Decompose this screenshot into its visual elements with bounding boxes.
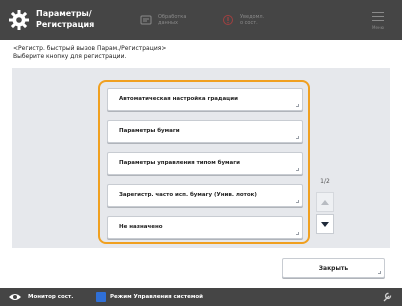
corner-mark xyxy=(296,136,299,139)
option-label: Параметры бумаги xyxy=(119,128,180,134)
status-notification[interactable]: Уведомл. о сост. xyxy=(222,11,302,29)
system-mode-label: Режим Управления системой xyxy=(110,294,203,300)
option-auto-gradation[interactable]: Автоматическая настройка градации xyxy=(107,88,303,111)
data-processing-label: Обработка данных xyxy=(158,14,187,26)
page-indicator: 1/2 xyxy=(320,178,330,185)
menu-icon xyxy=(372,12,384,21)
corner-mark xyxy=(296,200,299,203)
arrow-up-icon xyxy=(321,200,329,205)
option-register-frequent-paper[interactable]: Зарегистр. часто исп. бумагу (Унив. лото… xyxy=(107,184,303,207)
close-label: Закрыть xyxy=(318,265,349,272)
status-notification-label: Уведомл. о сост. xyxy=(240,14,265,26)
menu-button[interactable]: Меню xyxy=(364,8,392,34)
option-label: Не назначено xyxy=(119,224,163,230)
menu-label: Меню xyxy=(372,25,384,30)
button-list: Автоматическая настройка градации Параме… xyxy=(98,80,310,244)
data-processing-status[interactable]: Обработка данных xyxy=(140,11,220,29)
arrow-down-icon xyxy=(321,222,329,227)
page-title: Параметры/ Регистрация xyxy=(36,9,95,29)
eye-icon xyxy=(9,294,21,300)
instruction-text: <Регистр. быстрый вызов Парам./Регистрац… xyxy=(13,45,167,60)
option-label: Автоматическая настройка градации xyxy=(119,96,238,102)
option-label: Зарегистр. часто исп. бумагу (Унив. лото… xyxy=(119,192,257,198)
app-header: Параметры/ Регистрация Обработка данных … xyxy=(0,0,402,40)
scroll-down-button[interactable] xyxy=(316,214,334,234)
status-notification-icon xyxy=(223,15,233,25)
corner-mark xyxy=(296,104,299,107)
close-button[interactable]: Закрыть xyxy=(282,258,385,278)
scroll-up-button[interactable] xyxy=(316,192,334,212)
option-label: Параметры управления типом бумаги xyxy=(119,160,240,166)
wrench-icon[interactable] xyxy=(381,291,393,303)
corner-mark xyxy=(296,168,299,171)
status-bar: Монитор сост. Режим Управления системой xyxy=(0,288,402,306)
gear-icon xyxy=(9,10,29,30)
option-paper-type-management[interactable]: Параметры управления типом бумаги xyxy=(107,152,303,175)
option-not-assigned[interactable]: Не назначено xyxy=(107,216,303,239)
corner-mark xyxy=(378,271,381,274)
system-mode-icon xyxy=(96,292,106,302)
status-monitor-label: Монитор сост. xyxy=(28,294,74,300)
option-paper-settings[interactable]: Параметры бумаги xyxy=(107,120,303,143)
corner-mark xyxy=(296,232,299,235)
data-processing-icon xyxy=(140,15,152,25)
